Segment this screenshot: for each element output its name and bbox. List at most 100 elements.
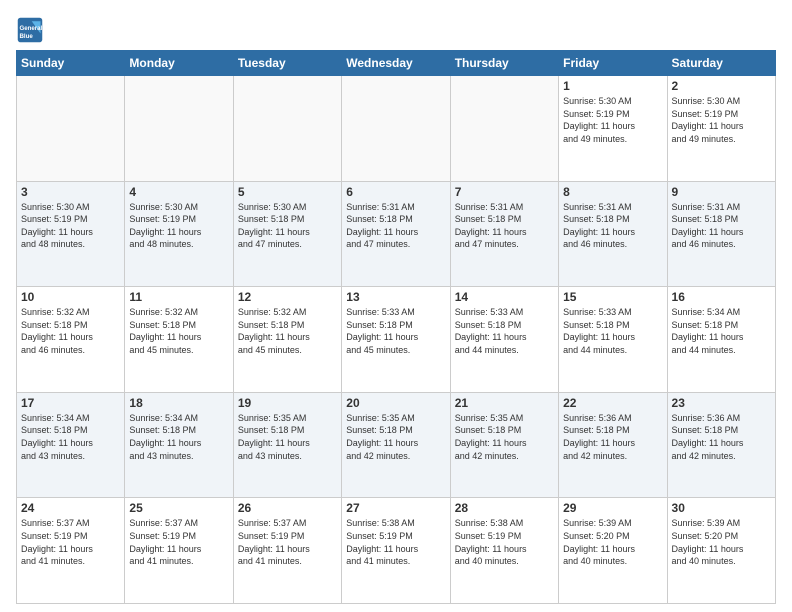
- weekday-header-thursday: Thursday: [450, 51, 558, 76]
- calendar-cell: 29 Sunrise: 5:39 AM Sunset: 5:20 PM Dayli…: [559, 498, 667, 604]
- calendar-cell: 9Sunrise: 5:31 AM Sunset: 5:18 PM Daylig…: [667, 181, 775, 287]
- day-info: Sunrise: 5:39 AM Sunset: 5:20 PM Dayligh…: [563, 517, 662, 567]
- day-info: Sunrise: 5:35 AM Sunset: 5:18 PM Dayligh…: [455, 412, 554, 462]
- calendar-cell: 13 Sunrise: 5:33 AM Sunset: 5:18 PM Dayli…: [342, 287, 450, 393]
- day-number: 13: [346, 290, 445, 304]
- calendar-header-row: SundayMondayTuesdayWednesdayThursdayFrid…: [17, 51, 776, 76]
- day-info: Sunrise: 5:30 AM Sunset: 5:19 PM Dayligh…: [672, 95, 771, 145]
- day-number: 17: [21, 396, 120, 410]
- day-info: Sunrise: 5:37 AM Sunset: 5:19 PM Dayligh…: [129, 517, 228, 567]
- day-number: 10: [21, 290, 120, 304]
- day-number: 2: [672, 79, 771, 93]
- calendar-table: SundayMondayTuesdayWednesdayThursdayFrid…: [16, 50, 776, 604]
- calendar-cell: 18 Sunrise: 5:34 AM Sunset: 5:18 PM Dayli…: [125, 392, 233, 498]
- day-number: 19: [238, 396, 337, 410]
- day-info: Sunrise: 5:30 AM Sunset: 5:19 PM Dayligh…: [21, 201, 120, 251]
- calendar-cell: 6 Sunrise: 5:31 AM Sunset: 5:18 PM Daylig…: [342, 181, 450, 287]
- day-info: Sunrise: 5:30 AM Sunset: 5:19 PM Dayligh…: [563, 95, 662, 145]
- day-number: 25: [129, 501, 228, 515]
- calendar-cell: 30 Sunrise: 5:39 AM Sunset: 5:20 PM Dayli…: [667, 498, 775, 604]
- day-info: Sunrise: 5:34 AM Sunset: 5:18 PM Dayligh…: [129, 412, 228, 462]
- day-info: Sunrise: 5:33 AM Sunset: 5:18 PM Dayligh…: [346, 306, 445, 356]
- calendar-cell: 5 Sunrise: 5:30 AM Sunset: 5:18 PM Daylig…: [233, 181, 341, 287]
- calendar-cell: 28 Sunrise: 5:38 AM Sunset: 5:19 PM Dayli…: [450, 498, 558, 604]
- day-number: 12: [238, 290, 337, 304]
- day-number: 11: [129, 290, 228, 304]
- day-info: Sunrise: 5:31 AM Sunset: 5:18 PM Dayligh…: [672, 201, 771, 251]
- day-info: Sunrise: 5:38 AM Sunset: 5:19 PM Dayligh…: [455, 517, 554, 567]
- calendar-week-5: 24 Sunrise: 5:37 AM Sunset: 5:19 PM Dayli…: [17, 498, 776, 604]
- weekday-header-saturday: Saturday: [667, 51, 775, 76]
- day-number: 14: [455, 290, 554, 304]
- day-info: Sunrise: 5:31 AM Sunset: 5:18 PM Dayligh…: [346, 201, 445, 251]
- calendar-cell: [233, 76, 341, 182]
- day-info: Sunrise: 5:31 AM Sunset: 5:18 PM Dayligh…: [455, 201, 554, 251]
- calendar-cell: 10 Sunrise: 5:32 AM Sunset: 5:18 PM Dayli…: [17, 287, 125, 393]
- logo-icon: General Blue: [16, 16, 44, 44]
- day-info: Sunrise: 5:34 AM Sunset: 5:18 PM Dayligh…: [21, 412, 120, 462]
- day-number: 18: [129, 396, 228, 410]
- day-info: Sunrise: 5:33 AM Sunset: 5:18 PM Dayligh…: [455, 306, 554, 356]
- header: General Blue: [16, 12, 776, 44]
- calendar-cell: 2 Sunrise: 5:30 AM Sunset: 5:19 PM Daylig…: [667, 76, 775, 182]
- svg-text:General: General: [20, 25, 43, 32]
- day-info: Sunrise: 5:31 AM Sunset: 5:18 PM Dayligh…: [563, 201, 662, 251]
- day-number: 26: [238, 501, 337, 515]
- calendar-cell: 1 Sunrise: 5:30 AM Sunset: 5:19 PM Daylig…: [559, 76, 667, 182]
- day-number: 16: [672, 290, 771, 304]
- calendar-cell: 3Sunrise: 5:30 AM Sunset: 5:19 PM Daylig…: [17, 181, 125, 287]
- day-info: Sunrise: 5:32 AM Sunset: 5:18 PM Dayligh…: [238, 306, 337, 356]
- day-info: Sunrise: 5:37 AM Sunset: 5:19 PM Dayligh…: [21, 517, 120, 567]
- calendar-cell: 25 Sunrise: 5:37 AM Sunset: 5:19 PM Dayli…: [125, 498, 233, 604]
- day-number: 4: [129, 185, 228, 199]
- day-info: Sunrise: 5:36 AM Sunset: 5:18 PM Dayligh…: [672, 412, 771, 462]
- calendar-week-3: 10 Sunrise: 5:32 AM Sunset: 5:18 PM Dayli…: [17, 287, 776, 393]
- day-info: Sunrise: 5:32 AM Sunset: 5:18 PM Dayligh…: [21, 306, 120, 356]
- day-number: 20: [346, 396, 445, 410]
- calendar-cell: 20 Sunrise: 5:35 AM Sunset: 5:18 PM Dayli…: [342, 392, 450, 498]
- calendar-cell: 11 Sunrise: 5:32 AM Sunset: 5:18 PM Dayli…: [125, 287, 233, 393]
- calendar-cell: 15 Sunrise: 5:33 AM Sunset: 5:18 PM Dayli…: [559, 287, 667, 393]
- day-info: Sunrise: 5:37 AM Sunset: 5:19 PM Dayligh…: [238, 517, 337, 567]
- calendar-cell: [125, 76, 233, 182]
- day-info: Sunrise: 5:36 AM Sunset: 5:18 PM Dayligh…: [563, 412, 662, 462]
- day-info: Sunrise: 5:33 AM Sunset: 5:18 PM Dayligh…: [563, 306, 662, 356]
- calendar-cell: [450, 76, 558, 182]
- day-number: 6: [346, 185, 445, 199]
- day-info: Sunrise: 5:35 AM Sunset: 5:18 PM Dayligh…: [238, 412, 337, 462]
- day-number: 28: [455, 501, 554, 515]
- weekday-header-sunday: Sunday: [17, 51, 125, 76]
- calendar-cell: [17, 76, 125, 182]
- day-number: 24: [21, 501, 120, 515]
- calendar-cell: 19 Sunrise: 5:35 AM Sunset: 5:18 PM Dayli…: [233, 392, 341, 498]
- day-number: 27: [346, 501, 445, 515]
- day-info: Sunrise: 5:30 AM Sunset: 5:18 PM Dayligh…: [238, 201, 337, 251]
- day-number: 29: [563, 501, 662, 515]
- day-number: 1: [563, 79, 662, 93]
- day-number: 7: [455, 185, 554, 199]
- weekday-header-monday: Monday: [125, 51, 233, 76]
- calendar-cell: 21Sunrise: 5:35 AM Sunset: 5:18 PM Dayli…: [450, 392, 558, 498]
- weekday-header-friday: Friday: [559, 51, 667, 76]
- svg-text:Blue: Blue: [20, 33, 34, 40]
- calendar-cell: [342, 76, 450, 182]
- calendar-cell: 22Sunrise: 5:36 AM Sunset: 5:18 PM Dayli…: [559, 392, 667, 498]
- day-info: Sunrise: 5:35 AM Sunset: 5:18 PM Dayligh…: [346, 412, 445, 462]
- day-info: Sunrise: 5:30 AM Sunset: 5:19 PM Dayligh…: [129, 201, 228, 251]
- calendar-cell: 14 Sunrise: 5:33 AM Sunset: 5:18 PM Dayli…: [450, 287, 558, 393]
- weekday-header-tuesday: Tuesday: [233, 51, 341, 76]
- day-info: Sunrise: 5:39 AM Sunset: 5:20 PM Dayligh…: [672, 517, 771, 567]
- calendar-cell: 8Sunrise: 5:31 AM Sunset: 5:18 PM Daylig…: [559, 181, 667, 287]
- page: General Blue SundayMondayTuesdayWednesda…: [0, 0, 792, 612]
- day-number: 5: [238, 185, 337, 199]
- calendar-cell: 12 Sunrise: 5:32 AM Sunset: 5:18 PM Dayli…: [233, 287, 341, 393]
- calendar-week-1: 1 Sunrise: 5:30 AM Sunset: 5:19 PM Daylig…: [17, 76, 776, 182]
- weekday-header-wednesday: Wednesday: [342, 51, 450, 76]
- day-number: 15: [563, 290, 662, 304]
- calendar-cell: 23Sunrise: 5:36 AM Sunset: 5:18 PM Dayli…: [667, 392, 775, 498]
- day-number: 30: [672, 501, 771, 515]
- calendar-cell: 4 Sunrise: 5:30 AM Sunset: 5:19 PM Daylig…: [125, 181, 233, 287]
- calendar-cell: 26 Sunrise: 5:37 AM Sunset: 5:19 PM Dayli…: [233, 498, 341, 604]
- day-info: Sunrise: 5:32 AM Sunset: 5:18 PM Dayligh…: [129, 306, 228, 356]
- calendar-cell: 16Sunrise: 5:34 AM Sunset: 5:18 PM Dayli…: [667, 287, 775, 393]
